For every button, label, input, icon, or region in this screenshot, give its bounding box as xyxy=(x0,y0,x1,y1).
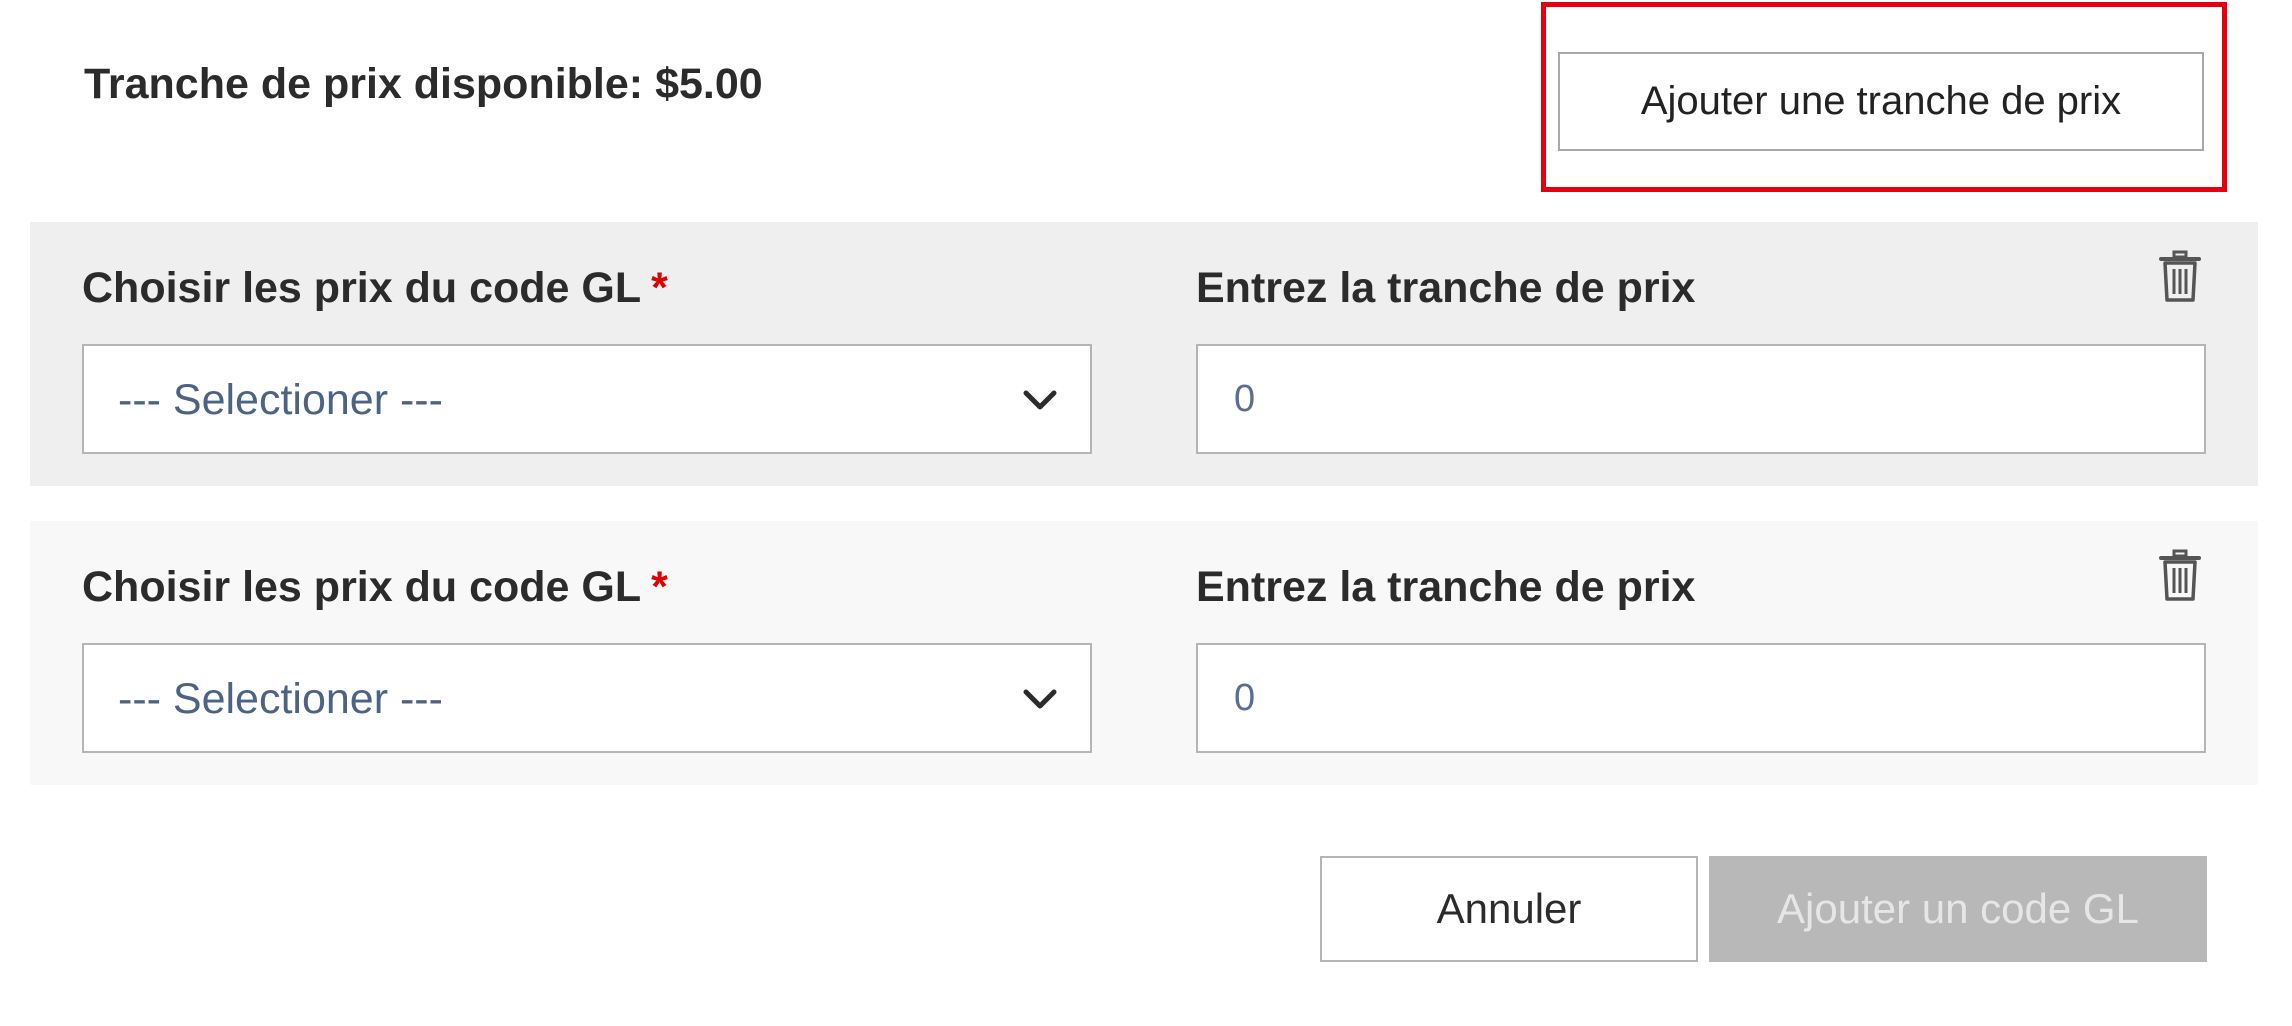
gl-code-select[interactable]: --- Selectioner --- xyxy=(82,643,1092,753)
price-range-input[interactable] xyxy=(1196,643,2206,753)
cancel-button[interactable]: Annuler xyxy=(1320,856,1698,962)
chevron-down-icon xyxy=(1023,390,1057,410)
required-marker: * xyxy=(651,264,668,312)
available-range-amount: $5.00 xyxy=(655,60,763,108)
available-range-label: Tranche de prix disponible: xyxy=(84,60,644,108)
gl-code-select[interactable]: --- Selectioner --- xyxy=(82,344,1092,454)
price-range-input[interactable] xyxy=(1196,344,2206,454)
gl-code-label: Choisir les prix du code GL * xyxy=(82,264,668,313)
available-range-text: Tranche de prix disponible: $5.00 xyxy=(84,60,763,109)
gl-code-label-text: Choisir les prix du code GL xyxy=(82,264,642,312)
gl-price-range-dialog: Tranche de prix disponible: $5.00 Ajoute… xyxy=(0,0,2292,1026)
chevron-down-icon xyxy=(1023,689,1057,709)
required-marker: * xyxy=(651,563,668,611)
add-gl-code-button[interactable]: Ajouter un code GL xyxy=(1709,856,2207,962)
gl-code-label-text: Choisir les prix du code GL xyxy=(82,563,642,611)
price-range-row: Choisir les prix du code GL * --- Selecti… xyxy=(30,222,2258,486)
add-price-range-button[interactable]: Ajouter une tranche de prix xyxy=(1558,52,2204,151)
gl-code-select-value: --- Selectioner --- xyxy=(118,675,443,723)
trash-icon[interactable] xyxy=(2158,250,2202,304)
gl-code-select-value: --- Selectioner --- xyxy=(118,376,443,424)
price-range-label: Entrez la tranche de prix xyxy=(1196,563,1696,611)
gl-code-label: Choisir les prix du code GL * xyxy=(82,563,668,612)
price-range-row: Choisir les prix du code GL * --- Selecti… xyxy=(30,521,2258,785)
trash-icon[interactable] xyxy=(2158,549,2202,603)
price-range-label: Entrez la tranche de prix xyxy=(1196,264,1696,312)
